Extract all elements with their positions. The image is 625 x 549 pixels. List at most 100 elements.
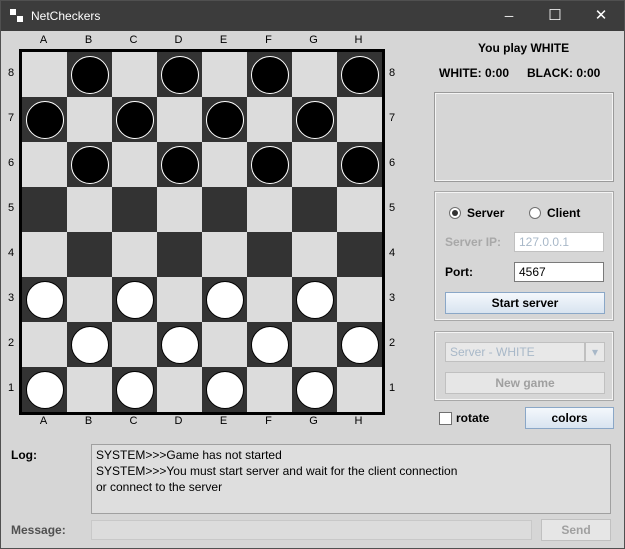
connection-panel: Server Client Server IP: 127.0.0.1 Port:…: [434, 191, 614, 321]
white-piece[interactable]: [25, 280, 64, 319]
white-piece[interactable]: [70, 325, 109, 364]
row-label: 1: [388, 381, 396, 394]
square-H5[interactable]: [337, 187, 382, 232]
black-piece[interactable]: [160, 55, 199, 94]
white-piece[interactable]: [115, 370, 154, 409]
white-piece[interactable]: [25, 370, 64, 409]
log-area[interactable]: SYSTEM>>>Game has not started SYSTEM>>>Y…: [91, 444, 611, 514]
square-A2[interactable]: [22, 322, 67, 367]
message-input[interactable]: [91, 520, 532, 540]
black-piece[interactable]: [295, 100, 334, 139]
white-piece[interactable]: [205, 370, 244, 409]
colors-button[interactable]: colors: [525, 407, 614, 429]
you-play-label: You play WHITE: [478, 41, 570, 55]
client-radio[interactable]: [529, 207, 541, 219]
minimize-button[interactable]: ─: [486, 1, 532, 31]
column-label: A: [39, 415, 48, 427]
row-label: 2: [388, 336, 396, 349]
server-radio[interactable]: [449, 207, 461, 219]
server-radio-label: Server: [467, 206, 505, 220]
column-label: D: [174, 415, 183, 427]
square-G8[interactable]: [292, 52, 337, 97]
square-B4[interactable]: [67, 232, 112, 277]
captured-pieces-panel: [434, 92, 614, 182]
white-piece[interactable]: [205, 280, 244, 319]
square-C5[interactable]: [112, 187, 157, 232]
square-F1[interactable]: [247, 367, 292, 412]
white-piece[interactable]: [295, 280, 334, 319]
square-E2[interactable]: [202, 322, 247, 367]
black-piece[interactable]: [340, 55, 379, 94]
column-label: E: [219, 415, 228, 427]
square-C8[interactable]: [112, 52, 157, 97]
white-piece[interactable]: [115, 280, 154, 319]
square-H7[interactable]: [337, 97, 382, 142]
new-game-button[interactable]: New game: [445, 372, 605, 394]
black-piece[interactable]: [25, 100, 64, 139]
black-piece[interactable]: [250, 55, 289, 94]
square-C2[interactable]: [112, 322, 157, 367]
square-B1[interactable]: [67, 367, 112, 412]
square-F4[interactable]: [247, 232, 292, 277]
white-piece[interactable]: [295, 370, 334, 409]
white-piece[interactable]: [250, 325, 289, 364]
square-F5[interactable]: [247, 187, 292, 232]
square-E6[interactable]: [202, 142, 247, 187]
square-B3[interactable]: [67, 277, 112, 322]
square-G6[interactable]: [292, 142, 337, 187]
square-A6[interactable]: [22, 142, 67, 187]
checkers-board[interactable]: [22, 52, 382, 412]
square-F7[interactable]: [247, 97, 292, 142]
column-label: E: [219, 34, 228, 46]
rotate-label: rotate: [456, 411, 490, 425]
black-piece[interactable]: [250, 145, 289, 184]
port-field[interactable]: 4567: [514, 262, 604, 282]
row-label: 3: [388, 291, 396, 304]
white-piece[interactable]: [340, 325, 379, 364]
row-label: 8: [388, 66, 396, 79]
black-piece[interactable]: [115, 100, 154, 139]
chevron-down-icon[interactable]: ▾: [585, 342, 605, 362]
side-select[interactable]: Server - WHITE: [445, 342, 585, 362]
square-D3[interactable]: [157, 277, 202, 322]
black-piece[interactable]: [70, 55, 109, 94]
board-frame: [19, 49, 385, 415]
black-piece[interactable]: [160, 145, 199, 184]
server-ip-field[interactable]: 127.0.0.1: [514, 232, 604, 252]
square-C6[interactable]: [112, 142, 157, 187]
log-line: SYSTEM>>>Game has not started: [96, 448, 282, 462]
black-piece[interactable]: [70, 145, 109, 184]
close-button[interactable]: ✕: [578, 1, 624, 31]
square-D4[interactable]: [157, 232, 202, 277]
square-G5[interactable]: [292, 187, 337, 232]
square-D5[interactable]: [157, 187, 202, 232]
square-D1[interactable]: [157, 367, 202, 412]
main-content: A A B B C C D D E E F F G G H H 8 8 7 7 6 6 5 5 4 4 3 3 2 2 1 1 You pla…: [1, 31, 624, 548]
square-F3[interactable]: [247, 277, 292, 322]
white-piece[interactable]: [160, 325, 199, 364]
square-B7[interactable]: [67, 97, 112, 142]
square-A8[interactable]: [22, 52, 67, 97]
client-radio-label: Client: [547, 206, 581, 220]
square-C4[interactable]: [112, 232, 157, 277]
square-E5[interactable]: [202, 187, 247, 232]
start-server-button[interactable]: Start server: [445, 292, 605, 314]
black-piece[interactable]: [340, 145, 379, 184]
row-label: 4: [7, 246, 15, 259]
square-D7[interactable]: [157, 97, 202, 142]
rotate-checkbox[interactable]: [439, 412, 452, 425]
square-H4[interactable]: [337, 232, 382, 277]
send-button[interactable]: Send: [541, 519, 611, 541]
square-B5[interactable]: [67, 187, 112, 232]
square-A4[interactable]: [22, 232, 67, 277]
row-label: 5: [7, 201, 15, 214]
square-A5[interactable]: [22, 187, 67, 232]
square-H3[interactable]: [337, 277, 382, 322]
maximize-button[interactable]: ☐: [532, 1, 578, 31]
square-G4[interactable]: [292, 232, 337, 277]
square-E4[interactable]: [202, 232, 247, 277]
square-G2[interactable]: [292, 322, 337, 367]
square-E8[interactable]: [202, 52, 247, 97]
black-piece[interactable]: [205, 100, 244, 139]
square-H1[interactable]: [337, 367, 382, 412]
